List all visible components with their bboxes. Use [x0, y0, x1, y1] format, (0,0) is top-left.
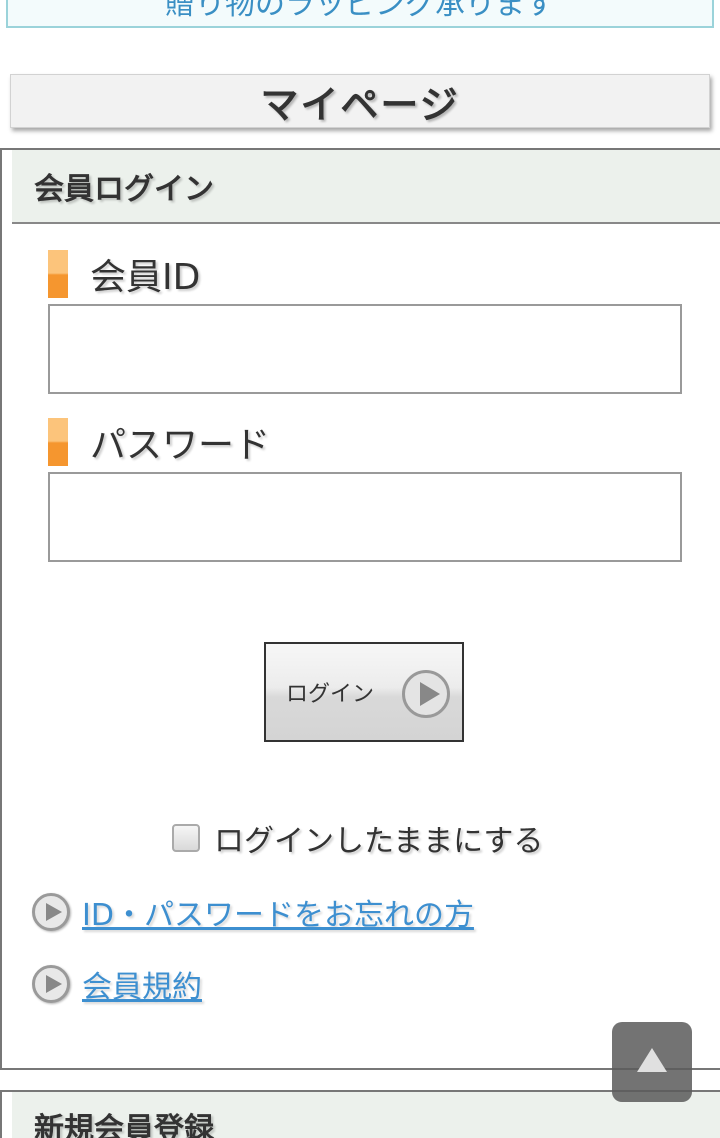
- remember-login-row[interactable]: ログインしたままにする: [172, 816, 543, 860]
- banner-text: 贈り物のラッピング承ります: [165, 0, 555, 22]
- member-id-label-row: 会員ID: [48, 250, 200, 298]
- forgot-password-link-row[interactable]: ID・パスワードをお忘れの方: [32, 890, 474, 934]
- register-section-title: 新規会員登録: [34, 1112, 214, 1138]
- password-label-row: パスワード: [48, 418, 270, 466]
- member-id-input[interactable]: [48, 304, 682, 394]
- member-id-label: 会員ID: [90, 257, 201, 298]
- password-input[interactable]: [48, 472, 682, 562]
- top-banner[interactable]: 贈り物のラッピング承ります: [6, 0, 714, 28]
- login-section-header: 会員ログイン: [12, 150, 720, 224]
- login-button-label: ログイン: [286, 682, 375, 707]
- login-panel: 会員ログイン 会員ID パスワード ログイン ログインしたままにする ID・パス…: [0, 148, 720, 1070]
- login-section-title: 会員ログイン: [34, 172, 214, 207]
- remember-login-checkbox[interactable]: [172, 824, 200, 852]
- password-label: パスワード: [90, 425, 271, 466]
- play-circle-icon: [402, 670, 450, 718]
- arrow-circle-icon: [32, 893, 70, 931]
- register-panel: 新規会員登録: [0, 1090, 720, 1138]
- forgot-password-link[interactable]: ID・パスワードをお忘れの方: [82, 890, 474, 934]
- label-marker-icon: [48, 250, 68, 298]
- page-title-bar: マイページ: [10, 74, 710, 128]
- label-marker-icon: [48, 418, 68, 466]
- login-button[interactable]: ログイン: [264, 642, 464, 742]
- scroll-to-top-button[interactable]: [612, 1022, 692, 1102]
- member-terms-link[interactable]: 会員規約: [82, 962, 202, 1006]
- page-title: マイページ: [260, 82, 460, 127]
- arrow-circle-icon: [32, 965, 70, 1003]
- remember-login-label: ログインしたままにする: [214, 824, 544, 859]
- terms-link-row[interactable]: 会員規約: [32, 962, 202, 1006]
